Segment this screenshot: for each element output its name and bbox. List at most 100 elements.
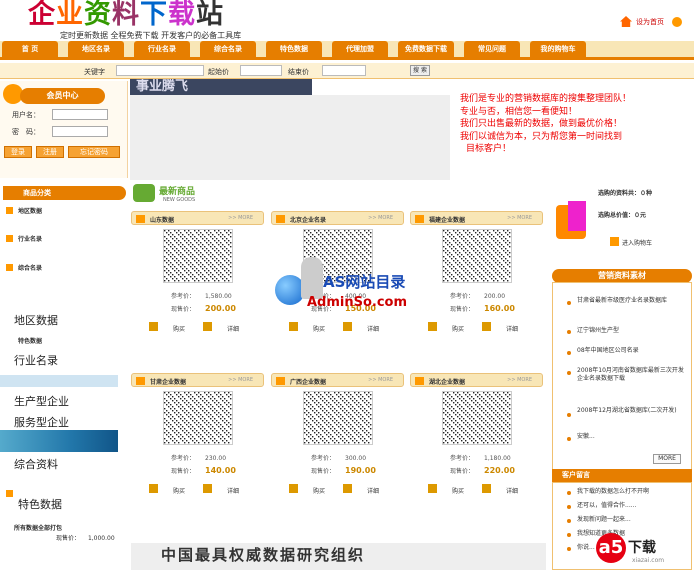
buy-link[interactable]: 购买 <box>452 324 464 333</box>
product-name[interactable]: 福建企业数据 <box>429 215 465 224</box>
login-button[interactable]: 登录 <box>4 146 32 158</box>
end-price-label: 结束价 <box>288 68 309 76</box>
overlay-general[interactable]: 综合资料 <box>14 456 58 472</box>
package-item[interactable]: 所有数据全部打包 <box>14 523 62 532</box>
username-input[interactable] <box>52 109 108 120</box>
bullet-icon <box>567 491 571 495</box>
detail-link[interactable]: 详细 <box>227 324 239 333</box>
product-more-link[interactable]: >> MORE <box>507 377 532 383</box>
set-homepage-link[interactable]: 设为首页 <box>636 17 664 27</box>
enter-cart-link[interactable]: 进入购物车 <box>610 237 652 247</box>
overlay-region-data[interactable]: 地区数据 <box>14 312 58 328</box>
buy-icon[interactable] <box>149 484 158 493</box>
nav-tab-industry[interactable]: 行业名录 <box>134 41 190 57</box>
logo-char: 料 <box>112 0 140 30</box>
product-thumbnail[interactable] <box>303 391 373 445</box>
forgot-password-button[interactable]: 忘记密码 <box>68 146 120 158</box>
product-name[interactable]: 甘肃企业数据 <box>150 377 186 386</box>
product-thumbnail[interactable] <box>163 229 233 283</box>
search-button[interactable]: 搜 索 <box>410 65 430 76</box>
product-more-link[interactable]: >> MORE <box>228 215 253 221</box>
buy-icon[interactable] <box>428 484 437 493</box>
detail-icon[interactable] <box>482 322 491 331</box>
detail-link[interactable]: 详细 <box>506 486 518 495</box>
nav-tab-featured[interactable]: 特色数据 <box>266 41 322 57</box>
nav-tab-region[interactable]: 地区名录 <box>68 41 124 57</box>
category-item-general[interactable]: 综合名录 <box>18 263 42 272</box>
nav-tab-faq[interactable]: 常见问题 <box>464 41 520 57</box>
nav-tab-cart[interactable]: 我的购物车 <box>530 41 586 57</box>
product-more-link[interactable]: >> MORE <box>228 377 253 383</box>
product-thumbnail[interactable] <box>442 229 512 283</box>
detail-link[interactable]: 详细 <box>227 486 239 495</box>
sales-item[interactable]: 甘肃省最新市级医疗业名录数据库 <box>577 297 689 305</box>
product-more-link[interactable]: >> MORE <box>507 215 532 221</box>
category-item-region[interactable]: 地区数据 <box>18 206 42 215</box>
detail-icon[interactable] <box>203 484 212 493</box>
category-item-industry[interactable]: 行业名录 <box>18 234 42 243</box>
detail-icon[interactable] <box>203 322 212 331</box>
overlay-service[interactable]: 服务型企业 <box>14 414 69 430</box>
product-actions: 购买 详细 <box>428 322 538 334</box>
buy-link[interactable]: 购买 <box>173 486 185 495</box>
overlay-industry[interactable]: 行业名录 <box>14 352 58 368</box>
product-more-link[interactable]: >> MORE <box>368 377 393 383</box>
sales-item[interactable]: 辽宁锦州生产型 <box>577 327 689 335</box>
message-item[interactable]: 我下载的数据怎么打不开啊 <box>577 488 689 496</box>
product-card: 广西企业数据 >> MORE 参考价： 300.00 现售价： 190.00 购买 详细 <box>271 373 404 498</box>
banner-image[interactable]: 事业腾飞 <box>130 79 312 95</box>
nav-tab-agent[interactable]: 代理加盟 <box>332 41 388 57</box>
product-header: 福建企业数据 >> MORE <box>410 211 543 225</box>
more-button[interactable]: MORE <box>653 454 681 464</box>
detail-link[interactable]: 详细 <box>506 324 518 333</box>
product-more-link[interactable]: >> MORE <box>368 215 393 221</box>
watermark: AS网站目录 AdminSo.com <box>275 255 435 315</box>
buy-icon[interactable] <box>289 484 298 493</box>
end-price-input[interactable] <box>322 65 366 76</box>
sales-item[interactable]: 安徽... <box>577 433 689 441</box>
category-title: 商品分类 <box>3 186 126 200</box>
logo-char: 载 <box>168 0 196 30</box>
register-button[interactable]: 注册 <box>36 146 64 158</box>
product-name[interactable]: 广西企业数据 <box>290 377 326 386</box>
product-price: 现售价： 200.00 <box>171 304 236 313</box>
site-logo[interactable]: 企业资料下载站 <box>28 0 224 30</box>
message-item[interactable]: 发现新问题一起来... <box>577 516 689 524</box>
bottom-banner[interactable]: 中国最具权威数据研究组织 <box>131 543 546 570</box>
start-price-input[interactable] <box>240 65 282 76</box>
buy-link[interactable]: 购买 <box>313 486 325 495</box>
detail-link[interactable]: 详细 <box>367 324 379 333</box>
sales-item[interactable]: 2008年10月河南省数据库最新三次开发企业名录数据下载 <box>577 367 689 383</box>
buy-link[interactable]: 购买 <box>173 324 185 333</box>
detail-icon[interactable] <box>343 322 352 331</box>
overlay-production[interactable]: 生产型企业 <box>14 393 69 409</box>
nav-tab-home[interactable]: 首 页 <box>2 41 58 57</box>
detail-icon[interactable] <box>343 484 352 493</box>
bullet-icon <box>567 437 571 441</box>
nav-tab-free-download[interactable]: 免费数据下载 <box>398 41 454 57</box>
product-name[interactable]: 北京企业名录 <box>290 215 326 224</box>
sales-item[interactable]: 08年中国地区公司名录 <box>577 347 689 355</box>
buy-link[interactable]: 购买 <box>452 486 464 495</box>
banner-line: 目标客户！ <box>466 144 512 155</box>
category-item-featured[interactable]: 特色数据 <box>18 336 42 345</box>
keyword-input[interactable] <box>116 65 204 76</box>
product-thumbnail[interactable] <box>442 391 512 445</box>
sales-item[interactable]: 2008年12月湖北省数据库(二次开发) <box>577 407 689 415</box>
detail-link[interactable]: 详细 <box>367 486 379 495</box>
nav-tab-general[interactable]: 综合名录 <box>200 41 256 57</box>
overlay-featured[interactable]: 特色数据 <box>18 496 62 512</box>
favorite-icon[interactable] <box>672 16 682 27</box>
message-item[interactable]: 还可以，值得合作...... <box>577 502 689 510</box>
buy-icon[interactable] <box>149 322 158 331</box>
detail-icon[interactable] <box>482 484 491 493</box>
buy-link[interactable]: 购买 <box>313 324 325 333</box>
product-name[interactable]: 湖北企业数据 <box>429 377 465 386</box>
buy-icon[interactable] <box>428 322 437 331</box>
product-thumbnail[interactable] <box>163 391 233 445</box>
home-icon[interactable] <box>620 16 632 27</box>
buy-icon[interactable] <box>289 322 298 331</box>
product-name[interactable]: 山东数据 <box>150 215 174 224</box>
password-input[interactable] <box>52 126 108 137</box>
product-actions: 购买 详细 <box>149 322 259 334</box>
